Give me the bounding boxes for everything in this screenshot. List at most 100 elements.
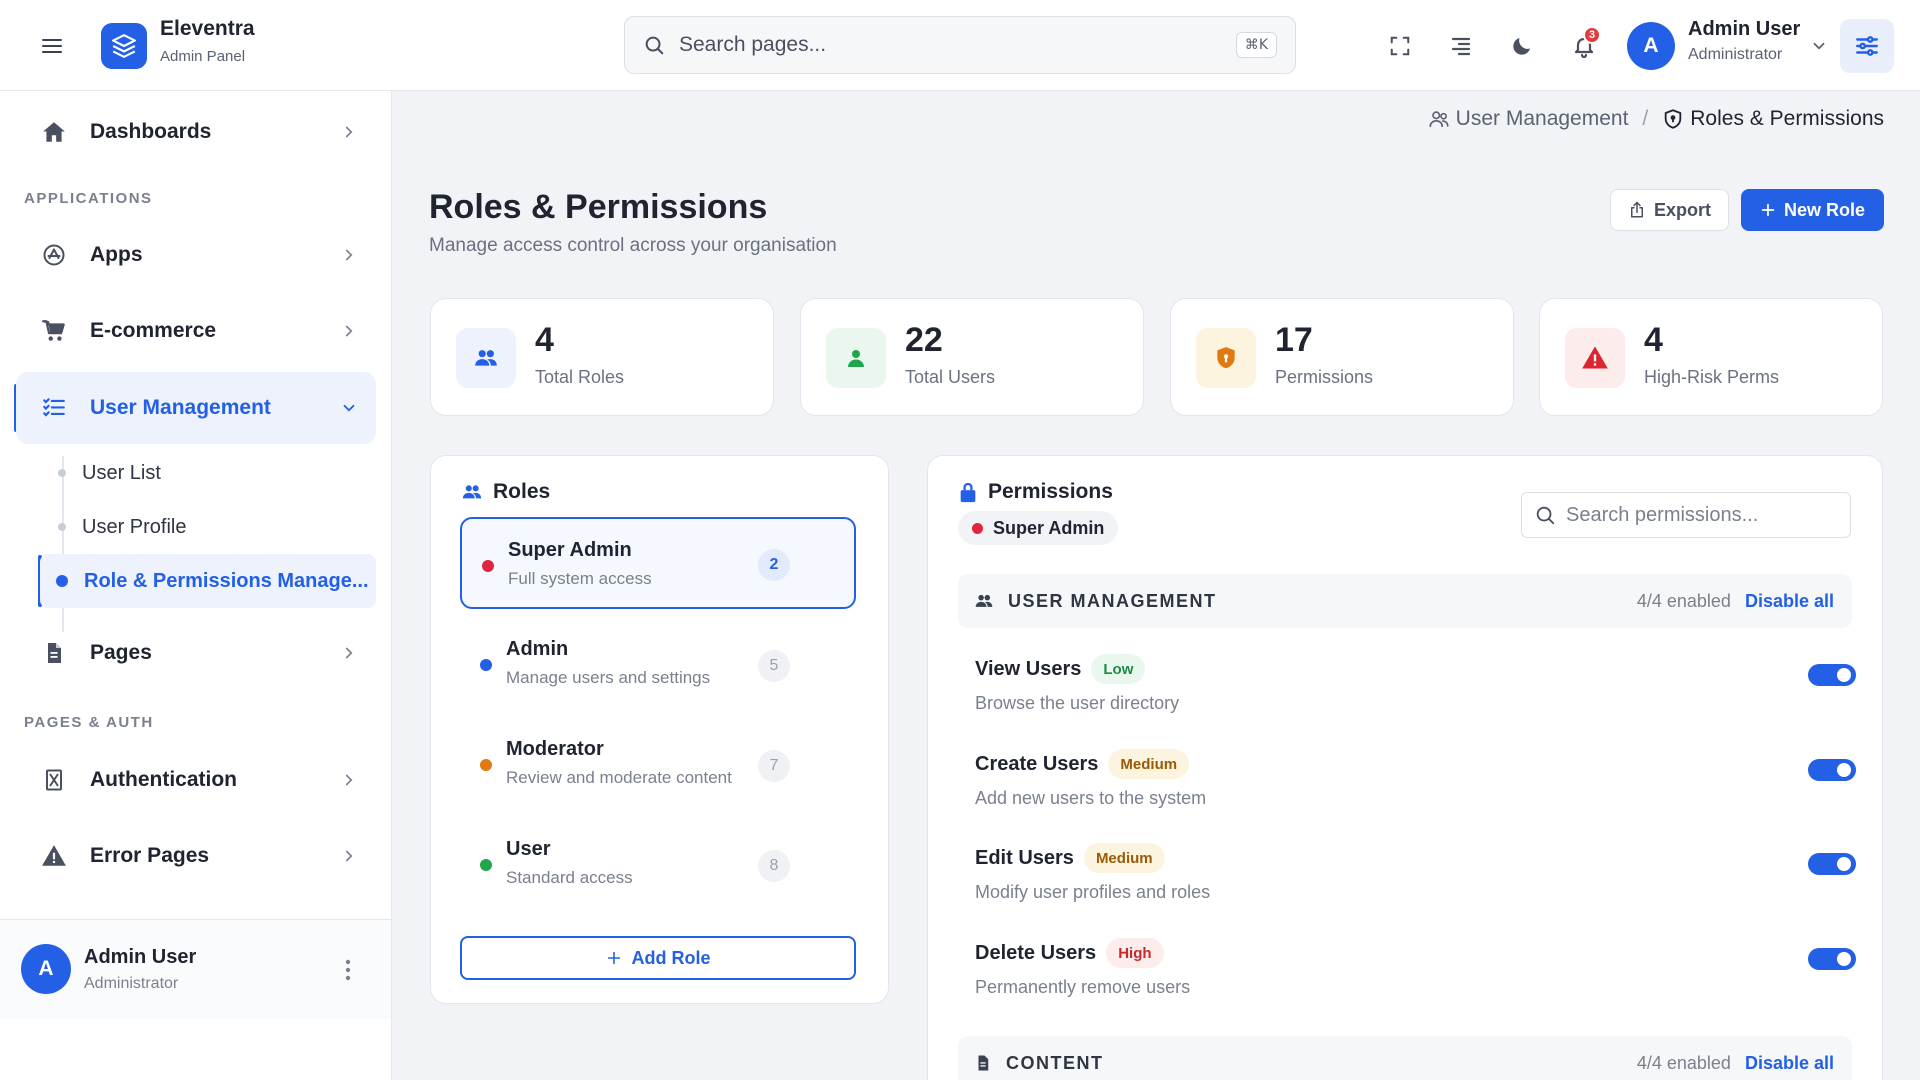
stat-value: 22 bbox=[905, 321, 943, 359]
sidebar-item-dashboards[interactable]: Dashboards bbox=[16, 96, 376, 168]
permissions-search[interactable] bbox=[1521, 492, 1851, 538]
stat-label: High-Risk Perms bbox=[1644, 367, 1780, 387]
role-color-dot bbox=[972, 522, 983, 534]
permission-row-create-users: Create Users Medium Add new users to the… bbox=[958, 734, 1856, 828]
dark-mode-icon[interactable] bbox=[1504, 28, 1540, 64]
list-check-icon bbox=[40, 394, 68, 422]
search-icon bbox=[643, 34, 665, 56]
permission-toggle[interactable] bbox=[1808, 664, 1856, 686]
risk-badge: Medium bbox=[1108, 749, 1190, 779]
search-input[interactable] bbox=[679, 33, 1236, 57]
users-outline-icon bbox=[1428, 108, 1450, 130]
search-icon bbox=[1534, 504, 1556, 526]
document-icon bbox=[40, 639, 68, 667]
breadcrumb-parent-link[interactable]: User Management bbox=[1456, 107, 1629, 131]
brand-subtitle: Admin Panel bbox=[160, 48, 246, 65]
breadcrumb-current: Roles & Permissions bbox=[1690, 107, 1884, 130]
role-item-user[interactable]: User Standard access 8 bbox=[460, 818, 856, 910]
sidebar-item-error-pages[interactable]: Error Pages bbox=[16, 820, 376, 892]
fullscreen-icon[interactable] bbox=[1382, 28, 1418, 64]
disable-all-button[interactable]: Disable all bbox=[1745, 1053, 1834, 1074]
settings-sliders-button[interactable] bbox=[1840, 19, 1894, 73]
global-search[interactable]: ⌘K bbox=[624, 16, 1296, 74]
permission-toggle[interactable] bbox=[1808, 759, 1856, 781]
sidebar-subitem-user-list[interactable]: User List bbox=[40, 451, 161, 495]
users-group-icon bbox=[974, 591, 994, 611]
roles-panel: Roles Super Admin Full system access 2 A… bbox=[430, 455, 889, 1004]
page-subtitle: Manage access control across your organi… bbox=[429, 235, 837, 256]
permissions-search-input[interactable] bbox=[1566, 503, 1838, 527]
user-menu-chevron-icon[interactable] bbox=[1801, 28, 1837, 64]
permission-row-delete-users: Delete Users High Permanently remove use… bbox=[958, 923, 1856, 1017]
stat-label: Total Roles bbox=[535, 367, 625, 387]
sidebar-item-ecommerce[interactable]: E-commerce bbox=[16, 295, 376, 367]
permission-row-edit-users: Edit Users Medium Modify user profiles a… bbox=[958, 828, 1856, 922]
user-icon bbox=[826, 328, 886, 388]
plus-icon bbox=[1761, 203, 1775, 217]
add-role-button[interactable]: Add Role bbox=[460, 936, 856, 980]
shopping-cart-icon bbox=[40, 317, 68, 345]
sidebar-subitem-user-profile[interactable]: User Profile bbox=[40, 505, 186, 549]
sidebar-item-authentication[interactable]: Authentication bbox=[16, 744, 376, 816]
app-store-icon bbox=[40, 241, 68, 269]
permission-toggle[interactable] bbox=[1808, 948, 1856, 970]
role-color-dot bbox=[480, 759, 492, 771]
export-button[interactable]: Export bbox=[1610, 189, 1729, 231]
brand-name: Eleventra bbox=[160, 17, 255, 40]
footer-avatar[interactable]: A bbox=[21, 944, 71, 994]
new-role-button[interactable]: New Role bbox=[1741, 189, 1884, 231]
sidebar: Dashboards APPLICATIONS Apps E-commerce … bbox=[0, 91, 392, 1080]
role-color-dot bbox=[480, 859, 492, 871]
risk-badge: Low bbox=[1091, 654, 1146, 684]
more-vertical-icon[interactable] bbox=[336, 954, 360, 986]
selected-role-chip: Super Admin bbox=[958, 511, 1119, 545]
stat-card-permissions: 17 Permissions bbox=[1170, 298, 1514, 416]
stat-label: Permissions bbox=[1275, 367, 1374, 387]
align-right-icon[interactable] bbox=[1443, 28, 1479, 64]
section-label-applications: APPLICATIONS bbox=[24, 190, 153, 207]
role-user-count: 8 bbox=[758, 850, 790, 882]
stat-value: 4 bbox=[1644, 321, 1663, 359]
shield-outline-icon bbox=[1662, 108, 1684, 130]
permission-row-view-users: View Users Low Browse the user directory bbox=[958, 639, 1856, 733]
chevron-right-icon bbox=[340, 246, 358, 264]
risk-badge: Medium bbox=[1083, 843, 1165, 873]
header-avatar[interactable]: A bbox=[1627, 22, 1675, 70]
risk-badge: High bbox=[1106, 938, 1164, 968]
role-item-admin[interactable]: Admin Manage users and settings 5 bbox=[460, 618, 856, 710]
sidebar-item-user-management[interactable]: User Management bbox=[16, 372, 376, 444]
stat-label: Total Users bbox=[905, 367, 996, 387]
breadcrumb: User Management / Roles & Permissions bbox=[1428, 107, 1884, 131]
sidebar-item-apps[interactable]: Apps bbox=[16, 219, 376, 291]
logo-icon[interactable] bbox=[101, 23, 147, 69]
sidebar-subitem-roles-permissions[interactable]: Role & Permissions Manage... bbox=[40, 554, 376, 608]
warning-triangle-icon bbox=[40, 842, 68, 870]
hourglass-icon bbox=[40, 766, 68, 794]
page-title: Roles & Permissions bbox=[429, 188, 768, 226]
permissions-panel: Permissions Super Admin USER MANAGEMENT … bbox=[927, 455, 1883, 1080]
chevron-right-icon bbox=[340, 123, 358, 141]
role-user-count: 2 bbox=[758, 549, 790, 581]
role-user-count: 5 bbox=[758, 650, 790, 682]
chevron-right-icon bbox=[340, 771, 358, 789]
stat-value: 17 bbox=[1275, 321, 1313, 359]
stat-card-total-users: 22 Total Users bbox=[800, 298, 1144, 416]
permission-group-header-content: CONTENT 4/4 enabled Disable all bbox=[958, 1036, 1852, 1080]
disable-all-button[interactable]: Disable all bbox=[1745, 591, 1834, 612]
role-item-moderator[interactable]: Moderator Review and moderate content 7 bbox=[460, 718, 856, 810]
permission-toggle[interactable] bbox=[1808, 853, 1856, 875]
shield-lock-icon bbox=[1196, 328, 1256, 388]
header-user-name[interactable]: Admin User bbox=[1688, 18, 1800, 41]
notification-badge: 3 bbox=[1583, 26, 1601, 44]
chevron-right-icon bbox=[340, 644, 358, 662]
lock-icon bbox=[958, 481, 978, 503]
role-color-dot bbox=[482, 560, 494, 572]
notification-bell-icon[interactable]: 3 bbox=[1566, 26, 1602, 64]
sidebar-item-pages[interactable]: Pages bbox=[16, 617, 376, 689]
roles-panel-title: Roles bbox=[461, 480, 550, 504]
chevron-right-icon bbox=[340, 322, 358, 340]
role-item-super-admin[interactable]: Super Admin Full system access 2 bbox=[460, 517, 856, 609]
users-group-icon bbox=[461, 481, 483, 503]
chevron-right-icon bbox=[340, 847, 358, 865]
menu-toggle-icon[interactable] bbox=[36, 30, 68, 62]
